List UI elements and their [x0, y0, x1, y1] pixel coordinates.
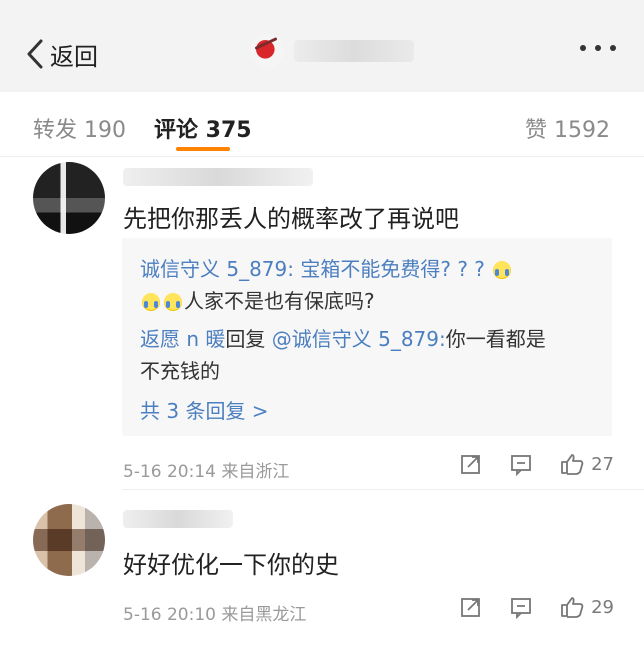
reply-preview-box[interactable]: 诚信守义 5_879: 宝箱不能免费得? ? ? 人家不是也有保底吗? 返愿 n… [122, 238, 612, 436]
blurred-username[interactable] [123, 168, 313, 186]
back-label: 返回 [50, 42, 98, 71]
blurred-username[interactable] [123, 510, 233, 528]
reply-preview-text: 人家不是也有保底吗? [184, 289, 375, 313]
post-title-area [250, 30, 414, 72]
comment-divider [122, 489, 644, 490]
chevron-left-icon [27, 39, 43, 69]
laughing-crying-emoji-icon [142, 293, 160, 311]
comment-meta: 5-16 20:14 来自浙江 [123, 462, 290, 482]
comment-actions: 27 [459, 452, 614, 476]
active-tab-indicator [176, 147, 230, 151]
thumbs-up-icon [561, 597, 584, 618]
avatar[interactable] [33, 504, 105, 576]
reply-target[interactable]: @诚信守义 5_879: [272, 327, 446, 351]
more-dot-icon [610, 45, 616, 51]
repost-action[interactable] [459, 595, 483, 619]
post-author-avatar [250, 34, 284, 68]
more-dot-icon [580, 45, 586, 51]
tab-reposts[interactable]: 转发 190 [33, 112, 126, 144]
like-count: 27 [591, 453, 614, 475]
comment-meta: 5-16 20:10 来自黑龙江 [123, 605, 307, 625]
laughing-crying-emoji-icon [493, 261, 512, 279]
reply-author[interactable]: 返愿 n 暖 [140, 327, 225, 351]
more-options-button[interactable] [580, 45, 616, 51]
top-bar: 返回 [0, 0, 644, 92]
reply-action[interactable] [509, 452, 533, 476]
thumbs-up-icon [561, 454, 584, 475]
comment-text: 先把你那丢人的概率改了再说吧 [123, 205, 459, 233]
nested-reply-line: 返愿 n 暖回复 @诚信守义 5_879:你一看都是 [140, 324, 546, 354]
blurred-post-title [294, 40, 414, 62]
comment-tabs: 转发 190 评论 375 赞 1592 [0, 92, 644, 157]
reply-preview-line-2: 人家不是也有保底吗? [140, 286, 375, 316]
reply-text-second-part: 不充钱的 [140, 359, 220, 383]
like-count: 29 [591, 596, 614, 618]
comment-actions: 29 [459, 595, 614, 619]
repost-action[interactable] [459, 452, 483, 476]
like-action[interactable]: 27 [559, 452, 614, 476]
laughing-crying-emoji-icon [164, 293, 182, 311]
repost-icon [461, 455, 480, 474]
comment-icon [511, 455, 531, 476]
comment-icon [511, 598, 531, 619]
reply-action[interactable] [509, 595, 533, 619]
tab-likes[interactable]: 赞 1592 [525, 112, 610, 144]
view-more-replies-link[interactable]: 共 3 条回复 > [140, 396, 269, 426]
reply-text-first-part: 你一看都是 [445, 327, 546, 351]
comment-text: 好好优化一下你的史 [123, 551, 339, 579]
reply-preview-user-text: 诚信守义 5_879: 宝箱不能免费得? ? ? [140, 257, 492, 281]
avatar[interactable] [33, 162, 105, 234]
like-action[interactable]: 29 [559, 595, 614, 619]
more-dot-icon [595, 45, 601, 51]
reply-preview-line-1: 诚信守义 5_879: 宝箱不能免费得? ? ? [140, 254, 513, 284]
tab-comments[interactable]: 评论 375 [154, 112, 252, 144]
back-button[interactable]: 返回 [26, 34, 98, 74]
reply-verb: 回复 [225, 327, 266, 351]
repost-icon [461, 598, 480, 617]
